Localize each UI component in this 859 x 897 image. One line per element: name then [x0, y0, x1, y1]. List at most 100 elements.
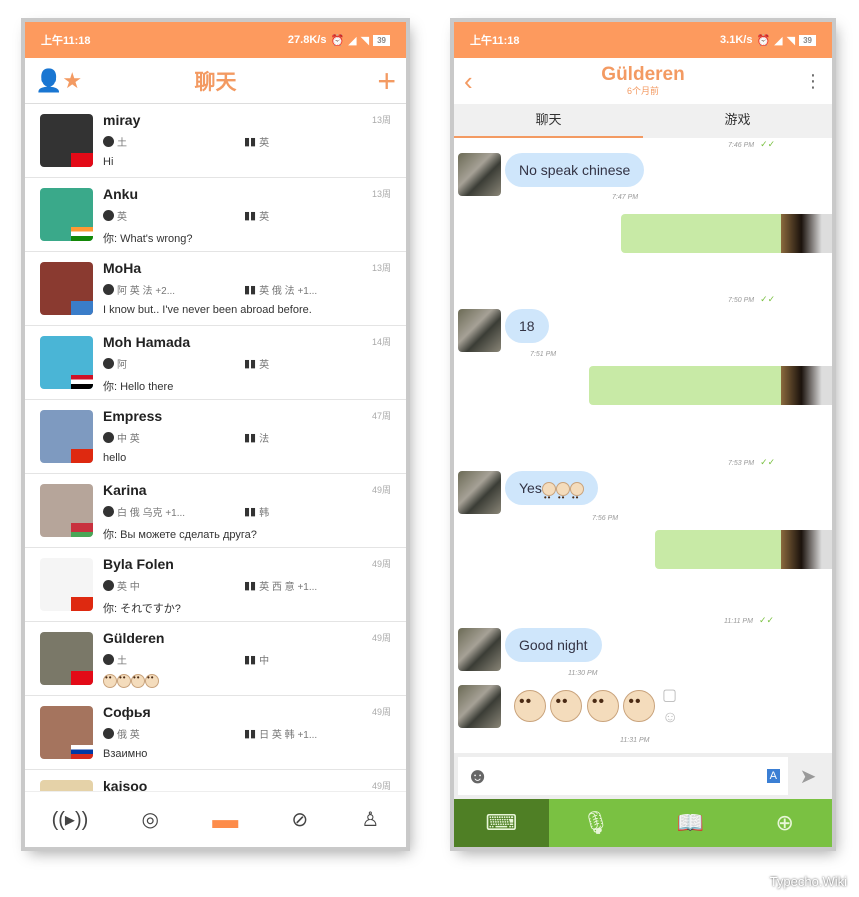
learning-language: ▮▮ 韩 [244, 506, 270, 519]
message-bubble-pixelated[interactable] [655, 530, 781, 569]
contact-name: Anku [103, 186, 138, 202]
book-icon[interactable]: 📖 [643, 799, 738, 847]
avatar[interactable] [40, 706, 93, 759]
flag-icon [71, 523, 93, 537]
avatar[interactable] [40, 410, 93, 463]
timestamp: 7:56 PM [592, 515, 619, 522]
contact-title: Gülderen 6个月前 [454, 62, 832, 97]
conversation-item[interactable]: Empress 47周 中 英 ▮▮ 法 hello [25, 400, 406, 474]
emoji-button-icon[interactable]: ☻ [466, 763, 489, 789]
moments-icon[interactable]: ◎ [142, 807, 159, 832]
contacts-star-icon[interactable]: 👤★ [35, 68, 82, 94]
live-icon[interactable]: ((▸)) [52, 807, 89, 832]
avatar[interactable] [458, 153, 501, 196]
wifi-icon: ◥ [360, 34, 370, 47]
message-bubble-pixelated[interactable] [621, 214, 781, 253]
avatar[interactable] [40, 114, 93, 167]
message-list: 7:46 PM ✓✓ No speak chinese 7:47 PM 7:50 … [454, 139, 832, 753]
learning-language: ▮▮ 中 [244, 654, 270, 667]
timestamp: 11:11 PM ✓✓ [724, 615, 775, 625]
avatar[interactable] [458, 685, 501, 728]
avatar[interactable] [458, 471, 501, 514]
signal-icon: ◢ [774, 34, 783, 47]
send-icon[interactable]: ➤ [788, 764, 828, 789]
avatar[interactable] [40, 262, 93, 315]
avatar[interactable] [40, 484, 93, 537]
conversation-item[interactable]: Moh Hamada 14周 阿 ▮▮ 英 你: Hello there [25, 326, 406, 400]
avatar[interactable] [458, 309, 501, 352]
microphone-icon[interactable]: 🎙 [549, 799, 644, 847]
back-icon[interactable]: ‹ [464, 66, 473, 97]
timestamp: 7:53 PM ✓✓ [728, 457, 776, 467]
translate-icon[interactable]: A [766, 769, 780, 783]
conversation-item[interactable]: Софья 49周 俄 英 ▮▮ 日 英 韩 +1... Взаимно [25, 696, 406, 770]
conversation-item[interactable]: Byla Folen 49周 英 中 ▮▮ 英 西 意 +1... 你: それです… [25, 548, 406, 622]
book-icon: ▮▮ [244, 506, 257, 518]
comment-icon[interactable]: ▢ [662, 687, 677, 704]
message-bubble[interactable]: Yes [505, 471, 598, 515]
emoji-icon [541, 481, 556, 515]
message-preview: I know but.. I've never been abroad befo… [103, 304, 312, 316]
book-icon: ▮▮ [244, 728, 257, 740]
conversation-item[interactable]: Karina 49周 白 俄 乌克 +1... ▮▮ 韩 你: Вы можете… [25, 474, 406, 548]
conversation-item[interactable]: MoHa 13周 阿 英 法 +2... ▮▮ 英 俄 法 +1... I kno… [25, 252, 406, 326]
tab-chat[interactable]: 聊天 [454, 104, 643, 138]
avatar[interactable] [40, 632, 93, 685]
message-bubble[interactable]: 18 [505, 309, 549, 343]
conversation-list: miray 13周 土 ▮▮ 英 Hi Anku 13周 英 ▮▮ 英 你: Wha… [25, 104, 406, 844]
last-active: 14周 [371, 337, 391, 347]
chat-list-screen: 上午11:18 27.8K/s ⏰ ◢ ◥ 39 👤★ 聊天 + miray 13周 土… [25, 22, 406, 847]
native-language: 土 [103, 134, 127, 149]
flag-icon [71, 671, 93, 685]
header: ‹ Gülderen 6个月前 ⋮ [454, 58, 832, 104]
avatar[interactable] [40, 558, 93, 611]
message-preview: 你: Hello there [103, 381, 174, 393]
emoji-icon [117, 673, 131, 688]
message-bubble-pixelated[interactable] [589, 366, 781, 405]
add-circle-icon[interactable]: ⊕ [738, 799, 833, 847]
emoji-icon [145, 673, 159, 688]
add-button[interactable]: + [377, 65, 396, 97]
message-preview: Взаимно [103, 748, 148, 760]
speaks-icon [103, 432, 114, 443]
message-preview [103, 673, 159, 688]
timestamp: 7:46 PM ✓✓ [728, 139, 776, 149]
contact-name: Karina [103, 482, 147, 498]
last-active: 49周 [371, 707, 391, 717]
chat-icon[interactable]: ▬ [212, 804, 238, 835]
native-language: 中 英 [103, 430, 140, 445]
last-active: 13周 [371, 115, 391, 125]
native-language: 阿 英 法 +2... [103, 282, 175, 297]
message-bubble[interactable]: Good night [505, 628, 602, 662]
message-preview: 你: What's wrong? [103, 233, 193, 245]
status-bar: 上午11:18 3.1K/s ⏰ ◢ ◥ 39 [454, 22, 832, 58]
speaks-icon [103, 654, 114, 665]
network-speed: 3.1K/s [720, 34, 753, 46]
more-menu-icon[interactable]: ⋮ [804, 71, 822, 92]
discover-icon[interactable]: ⊘ [291, 807, 308, 832]
conversation-item[interactable]: miray 13周 土 ▮▮ 英 Hi [25, 104, 406, 178]
emoji-message[interactable] [514, 690, 656, 722]
avatar[interactable] [458, 628, 501, 671]
conversation-item[interactable]: Anku 13周 英 ▮▮ 英 你: What's wrong? [25, 178, 406, 252]
flag-icon [71, 153, 93, 167]
book-icon: ▮▮ [244, 580, 257, 592]
avatar[interactable] [40, 336, 93, 389]
last-active: 13周 [371, 263, 391, 273]
learning-language: ▮▮ 日 英 韩 +1... [244, 728, 318, 741]
learning-language: ▮▮ 英 [244, 210, 270, 223]
alarm-icon: ⏰ [330, 34, 345, 47]
timestamp: 7:50 PM ✓✓ [728, 294, 776, 304]
profile-icon[interactable]: ♙ [361, 807, 379, 832]
keyboard-icon[interactable]: ⌨ [454, 799, 549, 847]
conversation-item[interactable]: Gülderen 49周 土 ▮▮ 中 [25, 622, 406, 696]
last-active: 49周 [371, 559, 391, 569]
tab-games[interactable]: 游戏 [643, 104, 832, 138]
message-preview: Hi [103, 156, 114, 168]
message-bubble[interactable]: No speak chinese [505, 153, 645, 187]
speaks-icon [103, 210, 114, 221]
sticker-icon[interactable]: ☺ [662, 709, 678, 726]
avatar[interactable] [40, 188, 93, 241]
timestamp: 7:47 PM [612, 194, 639, 201]
message-input[interactable]: ☻ A [458, 757, 788, 795]
